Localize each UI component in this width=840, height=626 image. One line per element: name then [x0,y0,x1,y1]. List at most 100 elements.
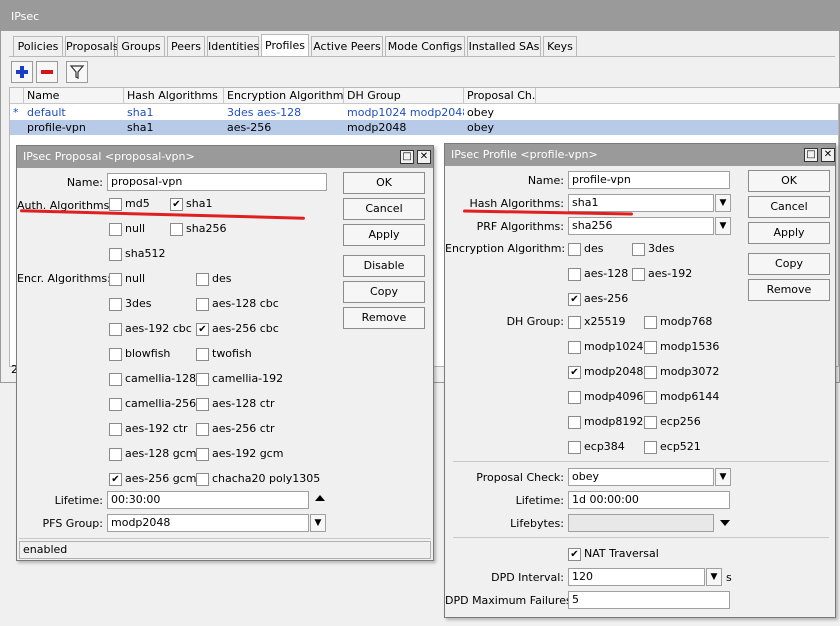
encr-aes-192-gcm-checkbox[interactable] [196,448,209,461]
dh-modp1536-checkbox[interactable] [644,341,657,354]
encr-chacha20-poly1305-checkbox[interactable] [196,473,209,486]
encr-des-checkbox[interactable] [196,273,209,286]
tab-identities[interactable]: Identities [207,36,259,57]
ok-button[interactable]: OK [748,170,830,192]
enc-aes-256-checkbox[interactable]: ✔ [568,293,581,306]
dh-modp6144-checkbox[interactable] [644,391,657,404]
expand-down-icon[interactable] [720,520,730,526]
dh-x25519-checkbox[interactable] [568,316,581,329]
column-header-dh-group[interactable]: DH Group [344,88,464,104]
prf-algorithms-label: PRF Algorithms: [476,220,564,233]
tab-mode-configs[interactable]: Mode Configs [385,36,465,57]
encr-aes-192-cbc-checkbox[interactable] [109,323,122,336]
dh-ecp384-checkbox[interactable] [568,441,581,454]
dropdown-arrow-icon[interactable]: ▼ [715,217,731,235]
copy-button[interactable]: Copy [343,281,425,303]
table-row[interactable]: profile-vpn sha1 aes-256 modp2048 obey [10,120,838,135]
lifetime-field[interactable]: 1d 00:00:00 [568,491,730,509]
dh-modp2048-checkbox[interactable]: ✔ [568,366,581,379]
name-field[interactable]: proposal-vpn [107,173,327,191]
lifebytes-field[interactable] [568,514,714,532]
remove-button[interactable]: Remove [748,279,830,301]
hash-algorithms-select[interactable]: sha1 [568,194,714,212]
encr-aes-128-ctr-checkbox[interactable] [196,398,209,411]
encr-null-checkbox[interactable] [109,273,122,286]
maximize-icon[interactable]: □ [804,148,818,162]
close-icon[interactable]: ✕ [821,148,835,162]
tab-policies[interactable]: Policies [13,36,63,57]
enc-aes-192-checkbox[interactable] [632,268,645,281]
tab-groups[interactable]: Groups [117,36,165,57]
lifetime-label: Lifetime: [54,494,103,507]
tab-profiles[interactable]: Profiles [261,34,309,57]
auth-md5-checkbox[interactable] [109,198,122,211]
auth-sha1-checkbox[interactable]: ✔ [170,198,183,211]
tab-active-peers[interactable]: Active Peers [311,36,383,57]
dropdown-arrow-icon[interactable]: ▼ [715,468,731,486]
encr-camellia-192-checkbox[interactable] [196,373,209,386]
filter-button[interactable] [66,61,88,83]
dh-ecp521-checkbox[interactable] [644,441,657,454]
cancel-button[interactable]: Cancel [343,198,425,220]
apply-button[interactable]: Apply [748,222,830,244]
close-icon[interactable]: ✕ [417,150,431,164]
dropdown-arrow-icon[interactable]: ▼ [706,568,722,586]
prf-algorithms-select[interactable]: sha256 [568,217,714,235]
dh-ecp384-label: ecp384 [584,440,625,453]
remove-button[interactable] [36,61,58,83]
cancel-button[interactable]: Cancel [748,196,830,218]
dh-modp3072-checkbox[interactable] [644,366,657,379]
dpd-interval-field[interactable]: 120 [568,568,705,586]
add-button[interactable] [11,61,33,83]
nat-traversal-checkbox[interactable]: ✔ [568,548,581,561]
encr-aes-256-gcm-checkbox[interactable]: ✔ [109,473,122,486]
auth-sha512-checkbox[interactable] [109,248,122,261]
tab-keys[interactable]: Keys [543,36,577,57]
dropdown-arrow-icon[interactable]: ▼ [310,514,326,532]
dh-modp4096-checkbox[interactable] [568,391,581,404]
enc-aes-128-checkbox[interactable] [568,268,581,281]
encr-blowfish-checkbox[interactable] [109,348,122,361]
nat-traversal-label: NAT Traversal [584,547,659,560]
copy-button[interactable]: Copy [748,253,830,275]
encr-3des-label: 3des [125,297,152,310]
enc-3des-checkbox[interactable] [632,243,645,256]
encr-aes-256-ctr-checkbox[interactable] [196,423,209,436]
dropdown-arrow-icon[interactable]: ▼ [715,194,731,212]
proposal-check-select[interactable]: obey [568,468,714,486]
disable-button[interactable]: Disable [343,255,425,277]
auth-sha256-checkbox[interactable] [170,223,183,236]
remove-button[interactable]: Remove [343,307,425,329]
dh-modp1024-checkbox[interactable] [568,341,581,354]
auth-null-checkbox[interactable] [109,223,122,236]
encr-aes-256-cbc-checkbox[interactable]: ✔ [196,323,209,336]
column-header-encryption[interactable]: Encryption Algorithm [224,88,344,104]
encr-aes-192-ctr-checkbox[interactable] [109,423,122,436]
tab-proposals[interactable]: Proposals [65,36,118,57]
dpd-max-failures-field[interactable]: 5 [568,591,730,609]
dh-modp768-checkbox[interactable] [644,316,657,329]
apply-button[interactable]: Apply [343,224,425,246]
tab-installed-sas[interactable]: Installed SAs [467,36,541,57]
cell-check: obey [467,106,494,119]
pfs-group-select[interactable]: modp2048 [107,514,309,532]
tab-peers[interactable]: Peers [167,36,205,57]
encr-twofish-checkbox[interactable] [196,348,209,361]
dh-modp8192-checkbox[interactable] [568,416,581,429]
column-header-proposal-check[interactable]: Proposal Ch... [464,88,536,104]
encr-camellia-128-checkbox[interactable] [109,373,122,386]
table-row[interactable]: * default sha1 3des aes-128 modp1024 modp204… [10,105,838,120]
encr-aes-128-cbc-checkbox[interactable] [196,298,209,311]
enc-des-checkbox[interactable] [568,243,581,256]
dh-ecp256-checkbox[interactable] [644,416,657,429]
lifetime-field[interactable]: 00:30:00 [107,491,309,509]
ok-button[interactable]: OK [343,172,425,194]
column-header-name[interactable]: Name [24,88,124,104]
name-field[interactable]: profile-vpn [568,171,730,189]
column-header-hash[interactable]: Hash Algorithms [124,88,224,104]
encr-aes-128-gcm-checkbox[interactable] [109,448,122,461]
encr-camellia-256-checkbox[interactable] [109,398,122,411]
collapse-up-icon[interactable] [315,495,325,501]
encr-3des-checkbox[interactable] [109,298,122,311]
maximize-icon[interactable]: □ [400,150,414,164]
